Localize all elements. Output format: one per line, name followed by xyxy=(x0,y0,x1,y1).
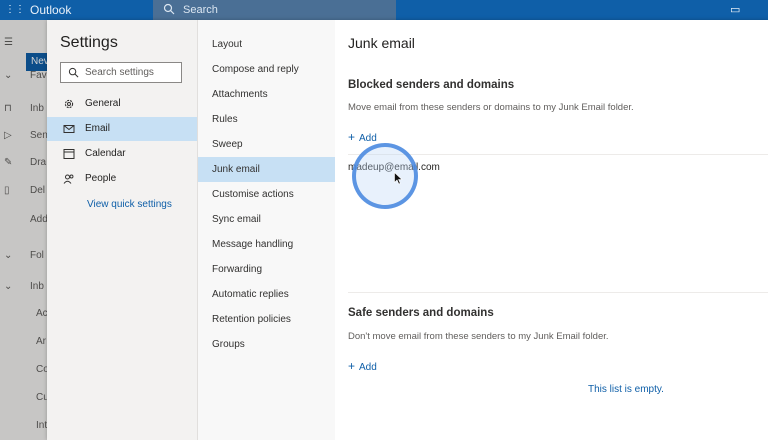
mail-icon xyxy=(63,125,75,133)
section-sync-email[interactable]: Sync email xyxy=(198,207,336,232)
pane-title: Junk email xyxy=(348,35,415,51)
plus-icon: + xyxy=(348,359,356,373)
settings-search-placeholder: Search settings xyxy=(85,67,154,78)
safe-add-button[interactable]: + Add xyxy=(348,360,377,374)
blocked-add-button[interactable]: + Add xyxy=(348,131,377,145)
click-highlight xyxy=(352,143,418,209)
category-email[interactable]: Email xyxy=(47,117,197,141)
top-app-bar: ⋮⋮ Outlook Search ▭ xyxy=(0,0,768,20)
settings-title: Settings xyxy=(60,34,118,51)
chat-icon[interactable]: ▭ xyxy=(730,3,740,16)
search-box[interactable]: Search xyxy=(153,0,396,20)
settings-categories: Settings Search settings General Email C… xyxy=(47,20,197,440)
safe-senders-title: Safe senders and domains xyxy=(348,307,494,319)
section-forwarding[interactable]: Forwarding xyxy=(198,257,336,282)
section-sweep[interactable]: Sweep xyxy=(198,132,336,157)
section-customise-actions[interactable]: Customise actions xyxy=(198,182,336,207)
section-junk-email[interactable]: Junk email xyxy=(198,157,336,182)
section-compose-and-reply[interactable]: Compose and reply xyxy=(198,57,336,82)
divider xyxy=(348,292,768,293)
category-calendar[interactable]: Calendar xyxy=(47,142,197,166)
section-automatic-replies[interactable]: Automatic replies xyxy=(198,282,336,307)
section-retention-policies[interactable]: Retention policies xyxy=(198,307,336,332)
people-icon xyxy=(63,174,74,184)
mouse-cursor-icon xyxy=(394,172,403,185)
section-message-handling[interactable]: Message handling xyxy=(198,232,336,257)
search-placeholder: Search xyxy=(183,4,218,16)
safe-list-empty-message: This list is empty. xyxy=(588,384,664,395)
section-layout[interactable]: Layout xyxy=(198,32,336,57)
app-launcher-icon[interactable]: ⋮⋮ xyxy=(5,4,25,15)
search-icon xyxy=(163,3,175,15)
app-title[interactable]: Outlook xyxy=(30,2,71,18)
search-icon xyxy=(68,67,79,78)
settings-search-input[interactable]: Search settings xyxy=(60,62,182,83)
blocked-senders-description: Move email from these senders or domains… xyxy=(348,102,634,113)
junk-email-pane: Junk email Blocked senders and domains M… xyxy=(335,20,768,440)
plus-icon: + xyxy=(348,130,356,144)
category-general[interactable]: General xyxy=(47,92,197,116)
email-settings-sections: Layout Compose and reply Attachments Rul… xyxy=(197,20,336,440)
category-people[interactable]: People xyxy=(47,167,197,191)
gear-icon xyxy=(64,99,74,109)
settings-dialog: Settings Search settings General Email C… xyxy=(47,20,768,440)
section-groups[interactable]: Groups xyxy=(198,332,336,357)
blocked-senders-title: Blocked senders and domains xyxy=(348,79,515,91)
view-quick-settings-link[interactable]: View quick settings xyxy=(87,198,172,212)
safe-senders-description: Don't move email from these senders to m… xyxy=(348,331,609,342)
calendar-icon xyxy=(63,149,75,159)
section-attachments[interactable]: Attachments xyxy=(198,82,336,107)
section-rules[interactable]: Rules xyxy=(198,107,336,132)
